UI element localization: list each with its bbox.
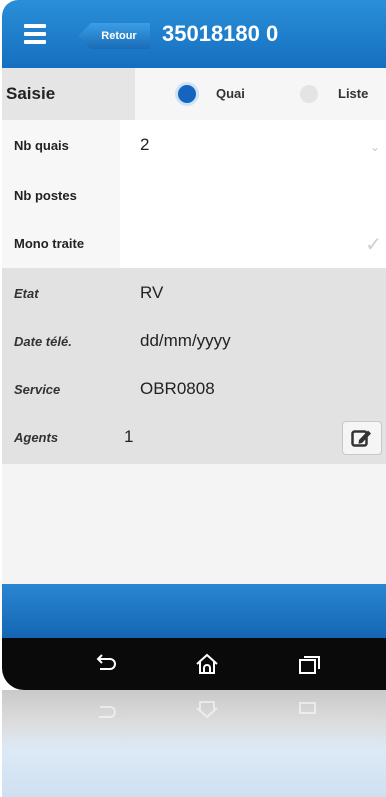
android-navbar — [2, 638, 386, 690]
service-label: Service — [14, 381, 61, 397]
agents-label: Agents — [14, 429, 59, 445]
app-screen: Retour 35018180 0 Saisie Quai Liste Nb q… — [2, 0, 386, 690]
service-row: Service OBR0808 — [2, 364, 386, 414]
back-icon[interactable] — [90, 650, 120, 678]
chevron-down-icon[interactable]: ⌄ — [370, 140, 380, 154]
screen-reflection — [2, 690, 386, 797]
mono-traite-row[interactable]: Mono traite ✓ — [2, 218, 386, 268]
nb-quais-label: Nb quais — [2, 120, 120, 170]
app-footer — [2, 584, 386, 638]
nb-postes-label: Nb postes — [2, 170, 120, 220]
edit-icon — [351, 430, 371, 447]
date-tele-row[interactable]: Date télé. dd/mm/yyyy — [2, 316, 386, 366]
radio-liste-label: Liste — [338, 86, 369, 101]
content-blank-area — [2, 464, 386, 584]
agents-value: 1 — [124, 427, 134, 446]
reflection-recent-icon — [294, 698, 324, 726]
radio-selected-icon — [178, 85, 196, 103]
checkmark-icon[interactable]: ✓ — [365, 232, 382, 257]
mode-label: Saisie — [2, 68, 135, 120]
reflection-home-icon — [192, 698, 222, 726]
etat-value: RV — [140, 283, 164, 302]
mono-traite-label: Mono traite — [2, 218, 120, 268]
details-section: Etat RV Date télé. dd/mm/yyyy Service OB… — [2, 268, 386, 464]
app-header: Retour 35018180 0 — [2, 0, 386, 68]
back-button[interactable]: Retour — [78, 23, 150, 49]
nb-quais-select[interactable]: 2 — [140, 120, 149, 170]
agents-row: Agents 1 — [2, 412, 386, 462]
radio-quai-label: Quai — [216, 86, 245, 101]
service-value: OBR0808 — [140, 379, 215, 398]
etat-row: Etat RV — [2, 268, 386, 318]
hamburger-menu-icon[interactable] — [24, 24, 46, 44]
etat-label: Etat — [14, 285, 39, 301]
radio-unselected-icon — [300, 85, 318, 103]
date-tele-label: Date télé. — [14, 333, 72, 349]
edit-agents-button[interactable] — [342, 421, 382, 455]
nb-postes-row[interactable]: Nb postes — [2, 170, 386, 220]
nb-quais-row[interactable]: Nb quais 2 ⌄ — [2, 120, 386, 170]
form-section: Nb quais 2 ⌄ Nb postes Mono traite ✓ — [2, 120, 386, 268]
date-tele-input[interactable]: dd/mm/yyyy — [140, 316, 231, 366]
reflection-back-icon — [90, 698, 120, 726]
recent-apps-icon[interactable] — [294, 650, 324, 678]
page-title: 35018180 0 — [162, 21, 279, 46]
mode-selector: Saisie Quai Liste — [2, 68, 386, 120]
home-icon[interactable] — [192, 650, 222, 678]
